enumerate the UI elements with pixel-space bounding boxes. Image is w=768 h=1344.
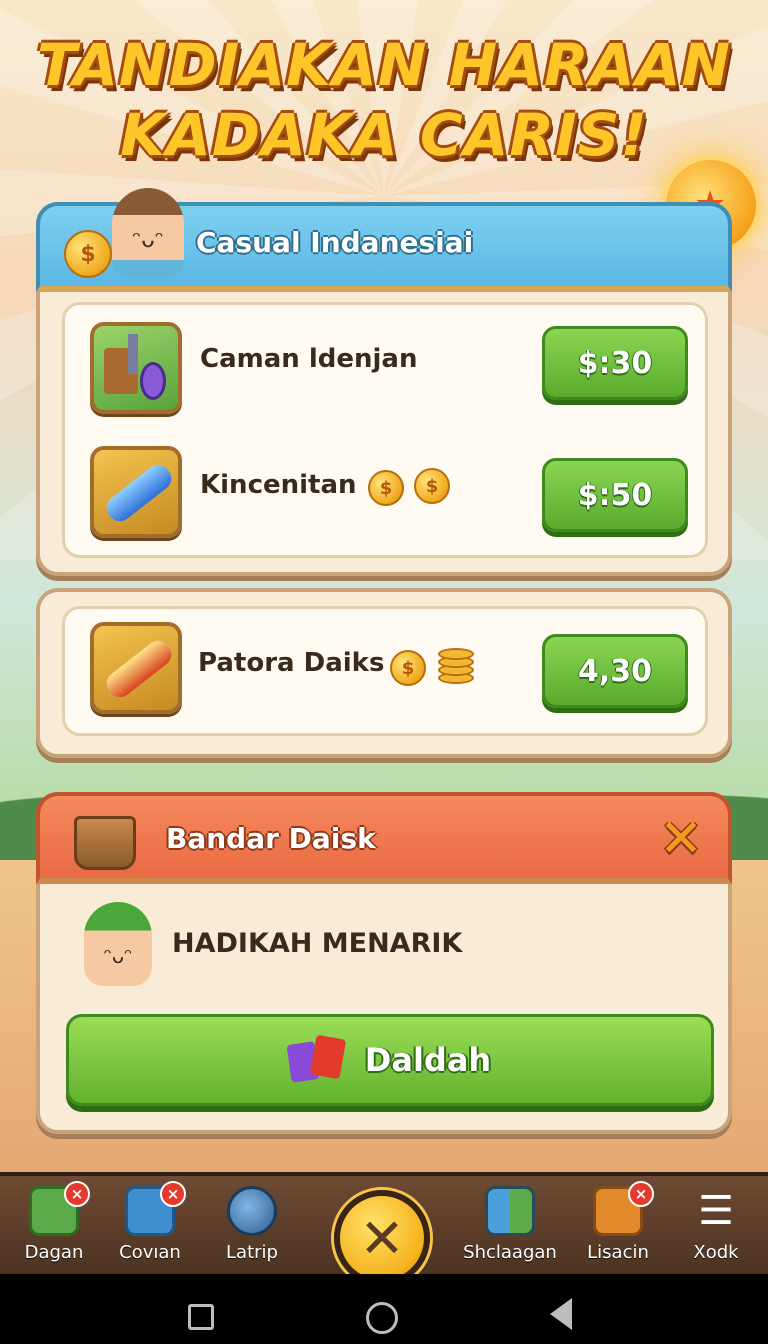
basket-icon [74, 816, 136, 870]
coin-stack-icon [438, 644, 474, 684]
reward-panel: Bandar Daisk ✕ ᵔᴗᵔ HADIKAH MENARIK Dalda… [36, 792, 732, 1134]
coin-icon: $ [390, 650, 426, 686]
item-label: Kincenitan [200, 470, 357, 500]
gift-blocks-icon [286, 1034, 347, 1083]
buy-button-item-2[interactable]: $:50 [542, 458, 688, 532]
tool-bundle-icon [90, 322, 182, 414]
coin-icon: $ [368, 470, 404, 506]
menu-icon: ☰ [698, 1188, 734, 1234]
notification-badge: × [160, 1181, 186, 1207]
explorer-avatar: ᵔᴗᵔ [112, 188, 184, 278]
buy-button-item-1[interactable]: $:30 [542, 326, 688, 400]
nav-item-lisacin[interactable]: × Lisacin [568, 1181, 668, 1274]
close-icon[interactable]: ✕ [656, 812, 706, 866]
notification-badge: × [628, 1181, 654, 1207]
dice-box-icon: × [29, 1181, 90, 1236]
red-scroll-icon [90, 622, 182, 714]
title-line-1: TANDIAKAN HARAAN [36, 31, 732, 99]
nav-label: Covıan [119, 1242, 181, 1263]
back-icon[interactable] [550, 1298, 572, 1330]
title-line-2: KADAKA CARIS! [120, 101, 648, 169]
center-close-button[interactable]: ✕ [334, 1190, 430, 1286]
nav-item-covian[interactable]: × Covıan [100, 1181, 200, 1274]
nav-item-dagan[interactable]: × Dagan [4, 1181, 104, 1274]
home-icon[interactable] [366, 1302, 398, 1334]
nav-item-latrip[interactable]: Latrip [202, 1186, 302, 1274]
puzzle-icon: × [125, 1181, 186, 1236]
gift-icon: × [593, 1181, 654, 1236]
buy-button-item-3[interactable]: 4,30 [542, 634, 688, 708]
notification-badge: × [64, 1181, 90, 1207]
page-title: TANDIAKAN HARAAN KADAKA CARIS! [0, 30, 768, 170]
recents-icon[interactable] [188, 1304, 214, 1330]
claim-button-label: Daldah [364, 1041, 492, 1079]
system-nav-bar [0, 1274, 768, 1344]
nav-item-xodk[interactable]: ☰ Xodk [666, 1186, 766, 1274]
coin-icon: $ [414, 468, 450, 504]
reward-panel-header [36, 792, 732, 884]
shop-panel-extra: Patora Daiks $ 4,30 [36, 588, 732, 758]
shop-panel: $ ᵔᴗᵔ Casual Indanesiai Caman ldenjan $:… [36, 188, 732, 576]
nav-label: Dagan [24, 1242, 84, 1263]
item-label: Caman ldenjan [200, 344, 418, 374]
nav-label: Shclaagan [463, 1242, 557, 1263]
reward-panel-title: Bandar Daisk [166, 822, 376, 855]
header-coin-icon: $ [64, 230, 112, 278]
nav-label: Lisacin [587, 1242, 649, 1263]
gift-boxes-icon [485, 1186, 535, 1236]
claim-button[interactable]: Daldah [66, 1014, 714, 1106]
shop-panel-title: Casual Indanesiai [196, 226, 474, 259]
item-label: Patora Daiks [198, 648, 385, 678]
helper-avatar: ᵔᴗᵔ [84, 902, 152, 986]
nav-label: Xodk [693, 1242, 739, 1263]
close-icon: ✕ [359, 1206, 405, 1270]
nav-label: Latrip [226, 1242, 278, 1263]
nav-item-shclaagan[interactable]: Shclaagan [458, 1186, 562, 1274]
reward-message: HADIKAH MENARIK [172, 928, 463, 959]
blue-scroll-icon [90, 446, 182, 538]
globe-icon [227, 1186, 277, 1236]
